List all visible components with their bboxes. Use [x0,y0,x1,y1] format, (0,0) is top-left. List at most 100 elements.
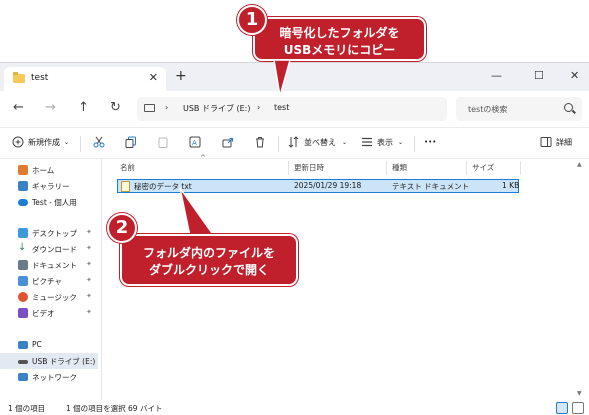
sidebar-item-label: PC [32,340,42,349]
copy-icon[interactable] [125,136,137,148]
search-input[interactable]: testの検索 [456,97,582,121]
step-number-badge: 1 [237,5,267,35]
sidebar-item-downloads[interactable]: ↓ ダウンロード ✦ [0,241,98,257]
breadcrumb-test[interactable]: test [274,103,289,112]
navigation-pane: ホーム ギャラリー Test - 個人用 デスクトップ ✦ ↓ ダウンロード ✦… [0,159,98,400]
delete-icon[interactable] [254,136,266,148]
tab-close-button[interactable]: ✕ [149,71,158,84]
sidebar-item-desktop[interactable]: デスクトップ ✦ [0,225,98,241]
breadcrumb-chevron[interactable]: › [165,103,168,112]
pin-icon[interactable]: ✦ [86,308,92,316]
desktop-icon [18,228,28,238]
pin-icon[interactable]: ✦ [86,244,92,252]
callout-pointer [273,59,291,97]
column-header-modified[interactable]: 更新日時 [294,162,324,173]
scroll-up-icon[interactable]: ▲ [577,161,582,168]
cut-icon[interactable] [93,136,105,148]
more-options-button[interactable]: ••• [424,138,436,146]
network-icon [18,373,28,381]
music-icon [18,292,28,302]
sidebar-item-network[interactable]: ネットワーク [0,369,98,385]
text-file-icon [121,181,130,192]
sidebar-item-label: USB ドライブ (E:) [32,357,96,366]
column-divider[interactable] [520,161,521,175]
pin-icon[interactable]: ✦ [86,292,92,300]
callout-text: フォルダ内のファイルを [142,246,275,260]
sidebar-item-home[interactable]: ホーム [0,162,98,178]
details-pane-icon [540,137,552,147]
sort-button[interactable]: 並べ替え [304,137,336,148]
sidebar-item-label: ホーム [32,166,55,175]
new-dropdown-chevron-icon[interactable]: ⌄ [64,139,69,146]
sidebar-item-documents[interactable]: ドキュメント ✦ [0,257,98,273]
new-tab-button[interactable]: + [175,68,187,84]
address-bar[interactable]: › USB ドライブ (E:) › test [137,97,447,121]
scroll-down-icon[interactable]: ▼ [577,390,582,397]
add-icon [12,136,24,148]
tab-label: test [31,73,49,83]
sidebar-item-onedrive[interactable]: Test - 個人用 [0,194,98,210]
breadcrumb-usb-drive[interactable]: USB ドライブ (E:) [183,103,251,114]
callout-pointer [179,187,216,237]
up-button[interactable]: ↑ [78,100,89,115]
forward-button[interactable]: → [45,100,56,115]
divider [80,136,81,152]
tiles-view-icon[interactable] [572,402,584,414]
close-button[interactable]: ✕ [570,69,579,82]
back-button[interactable]: ← [13,100,24,115]
sidebar-item-gallery[interactable]: ギャラリー [0,178,98,194]
documents-icon [18,260,28,270]
sidebar-item-pictures[interactable]: ピクチャ ✦ [0,273,98,289]
callout-text: ダブルクリックで開く [148,263,269,277]
pin-icon[interactable]: ✦ [86,228,92,236]
sort-dropdown-chevron-icon[interactable]: ⌄ [342,139,347,146]
usb-drive-icon [18,360,28,364]
pin-icon[interactable]: ✦ [86,260,92,268]
sidebar-item-label: ドキュメント [32,261,77,270]
item-count: 1 個の項目 [8,404,46,413]
column-header-name[interactable]: 名前 [120,162,135,173]
sidebar-item-usb-drive[interactable]: USB ドライブ (E:) [0,353,98,369]
sidebar-item-label: ピクチャ [32,277,62,286]
details-button[interactable]: 詳細 [556,137,572,148]
share-icon[interactable] [222,136,234,148]
refresh-button[interactable]: ↻ [110,100,121,115]
details-view-icon[interactable] [556,402,568,414]
pane-divider[interactable] [101,159,102,400]
sidebar-item-music[interactable]: ミュージック ✦ [0,289,98,305]
file-modified: 2025/01/29 19:18 [294,181,362,190]
minimize-button[interactable]: — [491,69,502,82]
view-dropdown-chevron-icon[interactable]: ⌄ [398,139,403,146]
sort-indicator-icon: ^ [200,154,206,162]
sidebar-item-videos[interactable]: ビデオ ✦ [0,305,98,321]
breadcrumb-chevron[interactable]: › [257,103,260,112]
sidebar-item-label: ミュージック [32,293,77,302]
vertical-scrollbar[interactable]: ▲ ▼ [574,159,586,400]
sidebar-item-label: ダウンロード [32,245,77,254]
rename-icon[interactable]: A [189,136,201,148]
view-icon [362,137,372,147]
column-divider[interactable] [288,161,289,175]
sidebar-item-label: ネットワーク [32,373,77,382]
status-bar: 1 個の項目 1 個の項目を選択 69 バイト [0,400,589,415]
pin-icon[interactable]: ✦ [86,276,92,284]
column-header-type[interactable]: 種類 [392,162,407,173]
view-button[interactable]: 表示 [377,137,393,148]
paste-icon[interactable] [157,136,169,148]
column-divider[interactable] [466,161,467,175]
column-header-size[interactable]: サイズ [472,162,494,173]
file-size: 1 KB [502,181,520,190]
sidebar-item-label: ギャラリー [32,182,70,191]
svg-text:A: A [192,139,197,147]
tab-test[interactable]: test ✕ [4,67,166,91]
column-divider[interactable] [386,161,387,175]
sidebar-item-pc[interactable]: PC [0,337,98,353]
file-type: テキスト ドキュメント [392,182,470,191]
callout-text: USBメモリにコピー [283,43,396,57]
gallery-icon [18,181,28,191]
pictures-icon [18,276,28,286]
folder-icon [13,72,25,83]
pc-icon [18,341,28,349]
maximize-button[interactable]: ☐ [534,69,544,82]
new-button[interactable]: 新規作成 [28,137,60,148]
